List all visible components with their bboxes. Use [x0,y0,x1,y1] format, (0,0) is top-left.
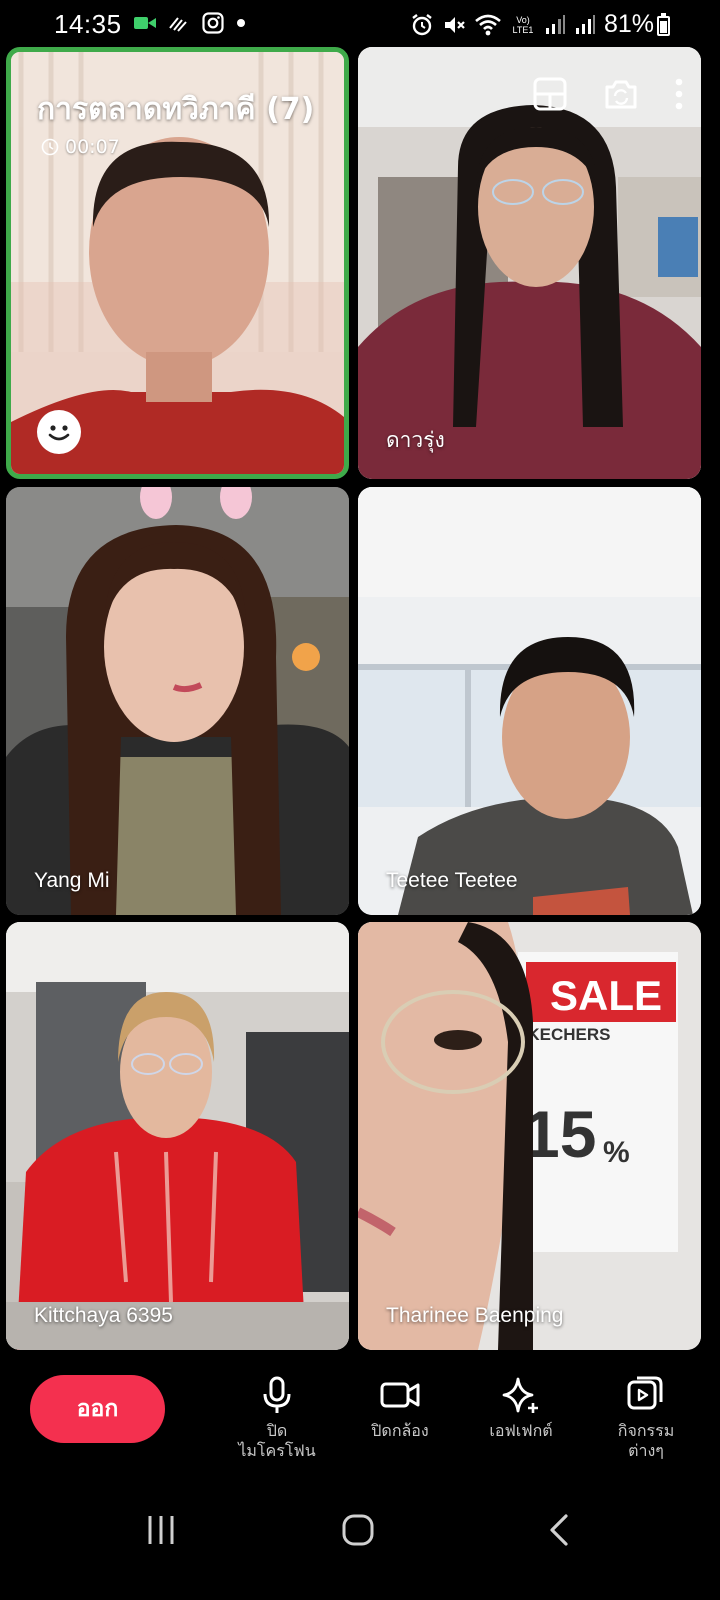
camera-off-label: ปิดกล้อง [371,1421,429,1440]
mute-mic-label-line2: ไมโครโฟน [238,1441,316,1460]
signal-icon [545,14,565,34]
wifi-icon [475,14,501,35]
volte-label: Vo) LTE1 [512,14,534,35]
clock-icon [41,138,59,156]
microphone-icon [263,1376,291,1413]
more-options-icon[interactable] [675,77,683,111]
call-timer: 00:07 [41,136,120,158]
sale-sign-text: SALE [550,972,662,1019]
activities-icon [627,1376,663,1410]
battery-percent: 81% [603,10,654,38]
battery-icon [657,13,670,36]
status-bar: 14:35 Vo) LTE1 81% [0,0,720,50]
call-control-bar: ออก ปิด ไมโครโฟน ปิดกล้อง เอฟเฟกต์ กิจกร… [0,1360,720,1480]
system-nav-bar [0,1490,720,1600]
participant-name: Teetee Teetee [386,869,518,892]
group-title: การตลาดทวิภาคี (7) [37,92,315,127]
participant-tile[interactable]: Teetee Teetee [358,487,701,915]
video-feed [6,487,349,915]
reaction-button[interactable] [37,410,81,454]
participant-tile[interactable]: ดาวรุ่ง [358,47,701,479]
leave-call-button[interactable]: ออก [30,1375,165,1443]
activities-label-line1: กิจกรรม [617,1421,675,1440]
activities-label-line2: ต่างๆ [628,1441,664,1460]
activities-button[interactable]: กิจกรรม ต่างๆ [581,1375,711,1461]
home-icon[interactable] [340,1512,376,1548]
sparkle-icon [502,1377,538,1413]
camera-off-button[interactable]: ปิดกล้อง [335,1375,465,1441]
video-call-icon [134,17,156,29]
alarm-icon [412,13,432,35]
dot-icon [237,19,245,27]
effects-button[interactable]: เอฟเฟกต์ [456,1375,586,1441]
wifi-calling-icon [169,17,187,32]
svg-text:15: 15 [523,1097,596,1171]
video-feed [358,47,701,479]
back-icon[interactable] [542,1512,578,1548]
instagram-icon [202,12,224,34]
signal-icon [575,14,595,34]
mute-mic-button[interactable]: ปิด ไมโครโฟน [212,1375,342,1461]
mute-icon [444,16,465,33]
participant-name: Yang Mi [34,869,110,892]
smiley-icon [48,425,70,441]
video-feed [6,922,349,1350]
participant-tile[interactable]: SALE SKECHERS 15 % Tharinee Baenping [358,922,701,1350]
status-time: 14:35 [54,9,122,39]
svg-text:%: % [603,1136,630,1169]
layout-icon[interactable] [533,77,567,111]
participant-name: Kittchaya 6395 [34,1304,173,1327]
participant-name: Tharinee Baenping [386,1304,564,1327]
video-feed: SALE SKECHERS 15 % [358,922,701,1350]
mute-mic-label-line1: ปิด [266,1421,288,1440]
video-feed [358,487,701,915]
call-duration: 00:07 [65,136,120,158]
switch-camera-icon[interactable] [603,77,639,111]
participant-tile[interactable]: Yang Mi [6,487,349,915]
effects-label: เอฟเฟกต์ [489,1421,553,1440]
video-camera-icon [380,1382,420,1408]
recent-apps-icon[interactable] [143,1512,179,1548]
participant-tile-self[interactable]: การตลาดทวิภาคี (7) 00:07 [6,47,349,479]
participant-tile[interactable]: Kittchaya 6395 [6,922,349,1350]
participant-name: ดาวรุ่ง [386,429,445,452]
